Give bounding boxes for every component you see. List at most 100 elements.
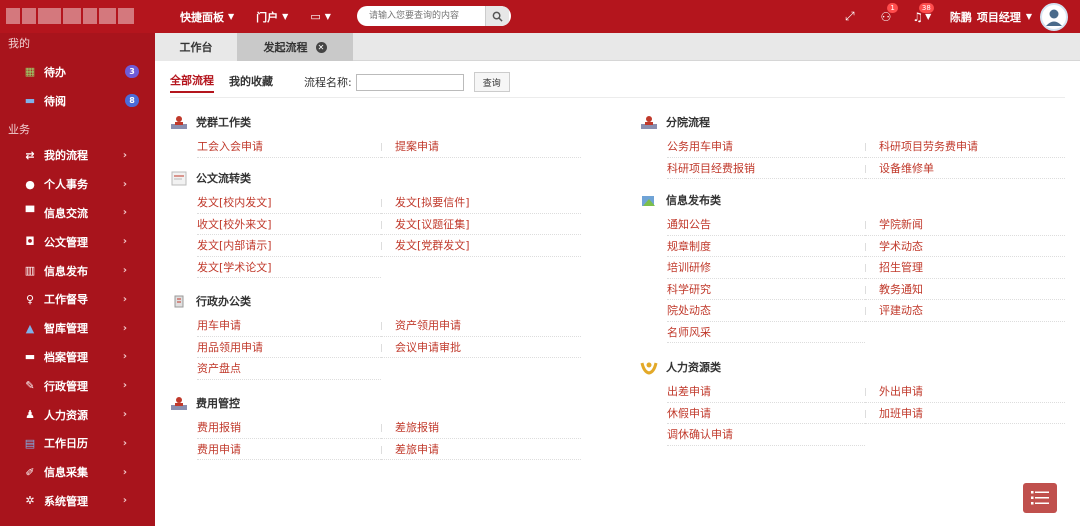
process-link[interactable]: 评建动态	[865, 300, 1065, 322]
process-link[interactable]: 差旅报销	[381, 417, 581, 439]
process-link[interactable]: 用品领用申请	[197, 337, 381, 358]
tab-start-process[interactable]: 发起流程 ✕	[237, 33, 353, 61]
process-link[interactable]: 用车申请	[197, 315, 381, 337]
book-icon: ▬	[24, 94, 36, 107]
user-role: 项目经理	[976, 10, 1021, 24]
process-link[interactable]: 学院新闻	[865, 214, 1065, 236]
sidebar-item-0[interactable]: ⇄ 我的流程 ›	[0, 141, 155, 170]
chevron-right-icon: ›	[122, 293, 127, 305]
process-link[interactable]: 科研项目经费报销	[667, 158, 865, 179]
process-link[interactable]: 发文[内部请示]	[197, 235, 381, 257]
chat-icon: ▀	[25, 206, 35, 220]
process-link[interactable]: 发文[议题征集]	[381, 214, 581, 235]
portal-menu[interactable]: 门户 ▼	[256, 9, 288, 25]
process-link[interactable]: 调休确认申请	[667, 424, 865, 446]
fullscreen-button[interactable]: ⤢	[832, 0, 868, 33]
process-link[interactable]: 科学研究	[667, 279, 865, 300]
process-link[interactable]: 资产盘点	[197, 358, 381, 380]
notifications-button[interactable]: ♫ 38 ▼	[904, 0, 940, 33]
sidebar-item-9[interactable]: ♟ 人力资源 ›	[0, 400, 155, 429]
menu-button[interactable]	[1023, 483, 1057, 513]
sidebar-item-2[interactable]: ▀ 信息交流 ›	[0, 199, 155, 228]
caret-down-icon: ▼	[228, 12, 235, 21]
process-link[interactable]: 发文[党群发文]	[381, 235, 581, 257]
chevron-right-icon: ›	[122, 322, 127, 334]
sidebar-item-7[interactable]: ▬ 档案管理 ›	[0, 343, 155, 372]
process-link[interactable]: 出差申请	[667, 381, 865, 403]
search-button[interactable]	[485, 6, 509, 26]
document-icon	[170, 170, 188, 186]
process-link[interactable]: 公务用车申请	[667, 136, 865, 158]
process-link[interactable]: 学术动态	[865, 236, 1065, 257]
sidebar-item-1[interactable]: ● 个人事务 ›	[0, 170, 155, 199]
process-link[interactable]: 院处动态	[667, 300, 865, 322]
category-header: 分院流程	[640, 112, 1065, 132]
process-link[interactable]: 招生管理	[865, 257, 1065, 279]
sidebar-item-toread[interactable]: ▬ 待阅 8	[0, 86, 155, 115]
process-link[interactable]: 差旅申请	[381, 439, 581, 460]
tab-label: 工作台	[179, 41, 213, 54]
tab-workbench[interactable]: 工作台	[155, 33, 237, 61]
process-link[interactable]: 发文[拟要信件]	[381, 192, 581, 214]
process-category: 人力资源类 出差申请 外出申请 休假申请 加班申请 调休确认申请	[640, 357, 1065, 446]
process-link-list: 用车申请 资产领用申请 用品领用申请 会议申请审批 资产盘点	[197, 315, 581, 380]
process-category: 党群工作类 工会入会申请 提案申请	[170, 112, 581, 158]
category-header: 费用管控	[170, 393, 581, 413]
process-link[interactable]: 工会入会申请	[197, 136, 381, 158]
process-link[interactable]: 休假申请	[667, 403, 865, 424]
sidebar-item-11[interactable]: ✐ 信息采集 ›	[0, 458, 155, 487]
chevron-right-icon: ›	[122, 351, 127, 363]
sidebar-item-todo[interactable]: ▦ 待办 3	[0, 57, 155, 86]
sidebar-item-10[interactable]: ▤ 工作日历 ›	[0, 429, 155, 458]
process-link[interactable]: 提案申请	[381, 136, 581, 158]
edit-icon: ✎	[25, 379, 35, 393]
sidebar-item-8[interactable]: ✎ 行政管理 ›	[0, 371, 155, 400]
process-link[interactable]: 资产领用申请	[381, 315, 581, 337]
search-input[interactable]	[357, 6, 485, 26]
process-link-list: 通知公告 学院新闻 规章制度 学术动态 培训研修 招生管理 科学研究 教务通知 院处动态 评建动态…	[667, 214, 1065, 343]
close-icon[interactable]: ✕	[315, 41, 327, 53]
top-bar: 快捷面板▼ 门户▼ ▭▼ ⤢ ⚇1 ♫38▼ 陈鹏 项目经理 ▼	[0, 0, 1080, 33]
category-title: 信息发布类	[666, 194, 721, 207]
process-link[interactable]: 费用申请	[197, 439, 381, 460]
chevron-right-icon: ›	[122, 409, 127, 421]
query-button[interactable]: 查询	[473, 72, 510, 92]
sidebar-item-3[interactable]: ◘ 公文管理 ›	[0, 227, 155, 256]
chevron-right-icon: ›	[122, 437, 127, 449]
tab-my-favorites[interactable]: 我的收藏	[229, 73, 273, 92]
top-nav: 快捷面板 ▼ 门户 ▼ ▭ ▼	[180, 0, 331, 33]
quick-panel-menu[interactable]: 快捷面板 ▼	[180, 9, 234, 25]
process-link[interactable]: 发文[学术论文]	[197, 257, 381, 278]
process-link[interactable]: 加班申请	[865, 403, 1065, 424]
contacts-button[interactable]: ⚇ 1	[868, 0, 904, 33]
process-link[interactable]: 发文[校内发文]	[197, 192, 381, 214]
process-link[interactable]: 收文[校外来文]	[197, 214, 381, 235]
swap-icon: ⇄	[25, 148, 35, 162]
process-link[interactable]: 会议申请审批	[381, 337, 581, 358]
process-link[interactable]: 通知公告	[667, 214, 865, 236]
tab-all-processes[interactable]: 全部流程	[170, 72, 214, 93]
process-link-list: 工会入会申请 提案申请	[197, 136, 581, 158]
process-link[interactable]: 培训研修	[667, 257, 865, 279]
process-link[interactable]: 科研项目劳务费申请	[865, 136, 1065, 158]
process-link[interactable]: 费用报销	[197, 417, 381, 439]
bulb-icon: ♀	[25, 292, 35, 306]
sidebar-item-6[interactable]: ▲ 智库管理 ›	[0, 314, 155, 343]
screen-menu[interactable]: ▭ ▼	[310, 10, 331, 23]
search-icon	[492, 11, 503, 22]
process-name-input[interactable]	[355, 73, 464, 91]
process-link[interactable]: 名师风采	[667, 322, 865, 343]
process-link[interactable]: 教务通知	[865, 279, 1065, 300]
process-link[interactable]: 规章制度	[667, 236, 865, 257]
sidebar-item-4[interactable]: ▥ 信息发布 ›	[0, 256, 155, 285]
process-link[interactable]: 外出申请	[865, 381, 1065, 403]
briefcase-icon: ◘	[25, 235, 35, 249]
sidebar-item-12[interactable]: ✲ 系统管理 ›	[0, 487, 155, 516]
sidebar-item-5[interactable]: ♀ 工作督导 ›	[0, 285, 155, 314]
sidebar-item-label: 智库管理	[44, 322, 88, 336]
process-link-list: 费用报销 差旅报销 费用申请 差旅申请	[197, 417, 581, 460]
category-title: 分院流程	[666, 116, 710, 129]
avatar[interactable]	[1040, 2, 1068, 31]
user-menu[interactable]: 陈鹏 项目经理 ▼	[950, 9, 1032, 25]
process-link[interactable]: 设备维修单	[865, 158, 1065, 179]
